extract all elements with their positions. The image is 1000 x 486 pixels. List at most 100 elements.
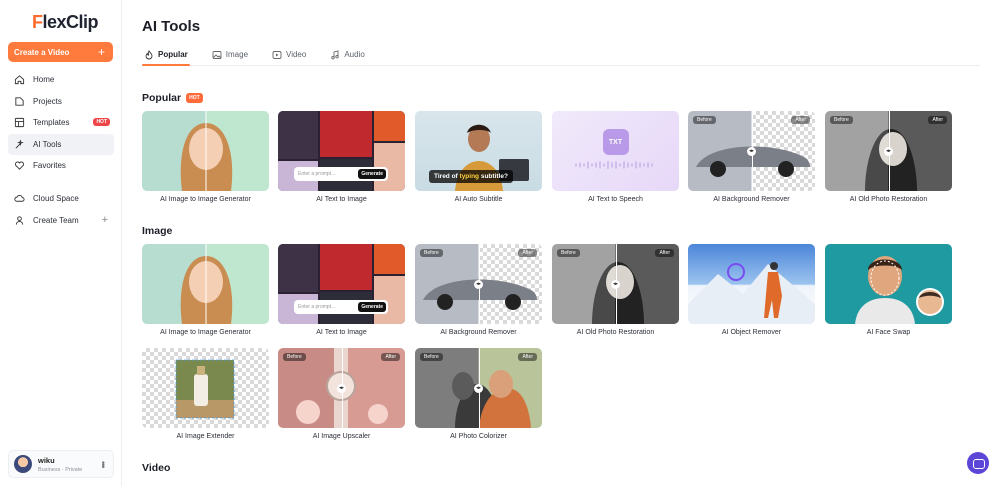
tool-card-image-to-image[interactable]: AI Image to Image Generator [142,111,269,203]
card-title: AI Old Photo Restoration [576,329,655,336]
before-tag: Before [830,116,853,124]
card-title: AI Background Remover [713,196,790,203]
compare-handle-icon: ◂▸ [611,279,620,289]
tool-card-image-extender[interactable]: AI Image Extender [142,348,269,440]
create-video-button[interactable]: Create a Video + [8,42,113,62]
more-options-icon[interactable]: ••• [98,461,108,467]
after-tag: After [655,249,674,257]
card-thumbnail: TXT [552,111,679,191]
before-tag: Before [283,353,306,361]
page-title: AI Tools [142,18,201,35]
card-thumbnail: ◂▸ Before After [688,111,815,191]
subtitle-overlay: Tired of typing subtitle? [429,170,513,183]
sidebar-item-ai-tools[interactable]: AI Tools [8,133,114,155]
card-title: AI Photo Colorizer [450,433,507,440]
compare-handle-icon: ◂▸ [474,383,483,393]
tool-card-background-remover[interactable]: ◂▸ Before After AI Background Remover [415,244,542,336]
after-tag: After [518,353,537,361]
hot-badge: HOT [93,118,110,127]
tab-popular[interactable]: Popular [142,44,190,66]
team-icon [15,215,24,225]
add-team-icon[interactable]: + [102,214,108,226]
tab-image[interactable]: Image [210,44,248,65]
face-swap-illustration [855,256,944,324]
tool-card-face-swap[interactable]: AI Face Swap [825,244,952,336]
home-icon [14,75,25,85]
sidebar-item-label: Projects [33,96,62,106]
tab-audio[interactable]: Audio [328,44,365,65]
user-account[interactable]: wiku Business · Private ••• [8,450,114,478]
prompt-bar: Enter a prompt... Generate [294,300,388,314]
sidebar-item-projects[interactable]: Projects [8,91,114,112]
card-title: AI Face Swap [866,329,911,336]
girl-portrait-illustration [180,244,233,324]
tab-label: Audio [344,50,365,59]
flexclip-logo[interactable]: FlexClip [32,12,99,33]
card-title: AI Old Photo Restoration [849,196,928,203]
sidebar-item-create-team[interactable]: Create Team + [8,210,114,231]
after-tag: After [518,249,537,257]
card-thumbnail: Enter a prompt... Generate [278,244,405,324]
sidebar-item-templates[interactable]: Templates HOT [8,112,114,133]
hot-badge: HOT [186,93,203,103]
tab-label: Popular [158,50,188,59]
prompt-bar: Enter a prompt... Generate [294,167,388,181]
card-thumbnail [688,244,815,324]
card-title: AI Image to Image Generator [160,196,251,203]
tool-card-old-photo-restoration[interactable]: ◂▸ Before After AI Old Photo Restoration [825,111,952,203]
card-title: AI Image to Image Generator [160,329,251,336]
tab-video[interactable]: Video [270,44,306,65]
section-title-popular: Popular HOT [142,92,203,104]
tool-card-photo-colorizer[interactable]: ◂▸ Before After AI Photo Colorizer [415,348,542,440]
card-title: AI Background Remover [440,329,517,336]
before-tag: Before [420,249,443,257]
sidebar-item-label: Templates [33,118,70,128]
card-thumbnail: ◂▸ Before After [552,244,679,324]
main-content: AI Tools Popular Image Video Audio Popul… [122,0,1000,486]
plus-icon: + [97,45,105,59]
soundwave-icon [575,161,653,169]
tab-label: Image [225,50,249,59]
flame-icon [145,49,153,59]
sidebar-item-cloud-space[interactable]: Cloud Space [8,188,114,209]
card-title: AI Object Remover [721,329,782,336]
after-tag: After [381,353,400,361]
sidebar-item-home[interactable]: Home [8,69,114,90]
card-title: AI Text to Image [316,329,367,336]
bottle-product-illustration [175,359,235,419]
sidebar: FlexClip Create a Video + Home Projects … [0,0,122,486]
compare-handle-icon: ◂▸ [884,146,893,156]
card-thumbnail [142,111,269,191]
tool-card-background-remover[interactable]: ◂▸ Before After AI Background Remover [688,111,815,203]
music-note-icon [331,49,339,59]
tab-label: Video [286,50,307,59]
card-thumbnail [142,348,269,428]
card-thumbnail: ◂▸ Before After [415,348,542,428]
card-title: AI Image Extender [176,433,235,440]
after-tag: After [928,116,947,124]
card-title: AI Image Upscaler [312,433,371,440]
chat-support-icon[interactable] [967,452,989,474]
compare-handle-icon: ◂▸ [337,383,346,393]
user-plan: Business · Private [38,466,83,473]
girl-portrait-illustration [180,111,233,191]
card-thumbnail: ◂▸ Before After [825,111,952,191]
tool-card-text-to-image[interactable]: Enter a prompt... Generate AI Text to Im… [278,244,405,336]
sidebar-item-label: Cloud Space [33,193,79,203]
tool-card-text-to-speech[interactable]: TXT AI Text to Speech [552,111,679,203]
tool-card-old-photo-restoration[interactable]: ◂▸ Before After AI Old Photo Restoration [552,244,679,336]
card-thumbnail: ◂▸ Before After [415,244,542,324]
sidebar-item-favorites[interactable]: Favorites [8,155,114,176]
sidebar-item-label: AI Tools [33,139,62,149]
video-icon [272,50,282,59]
cloud-icon [14,194,25,202]
tool-card-auto-subtitle[interactable]: Tired of typing subtitle? AI Auto Subtit… [415,111,542,203]
tool-card-object-remover[interactable]: AI Object Remover [688,244,815,336]
projects-icon [15,96,24,106]
sidebar-item-label: Create Team [33,215,79,225]
tool-card-image-to-image[interactable]: AI Image to Image Generator [142,244,269,336]
tool-card-image-upscaler[interactable]: ◂▸ Before After AI Image Upscaler [278,348,405,440]
before-tag: Before [693,116,716,124]
tool-card-text-to-image[interactable]: Enter a prompt... Generate AI Text to Im… [278,111,405,203]
sidebar-nav: Home Projects Templates HOT AI Tools Fav… [8,69,114,231]
